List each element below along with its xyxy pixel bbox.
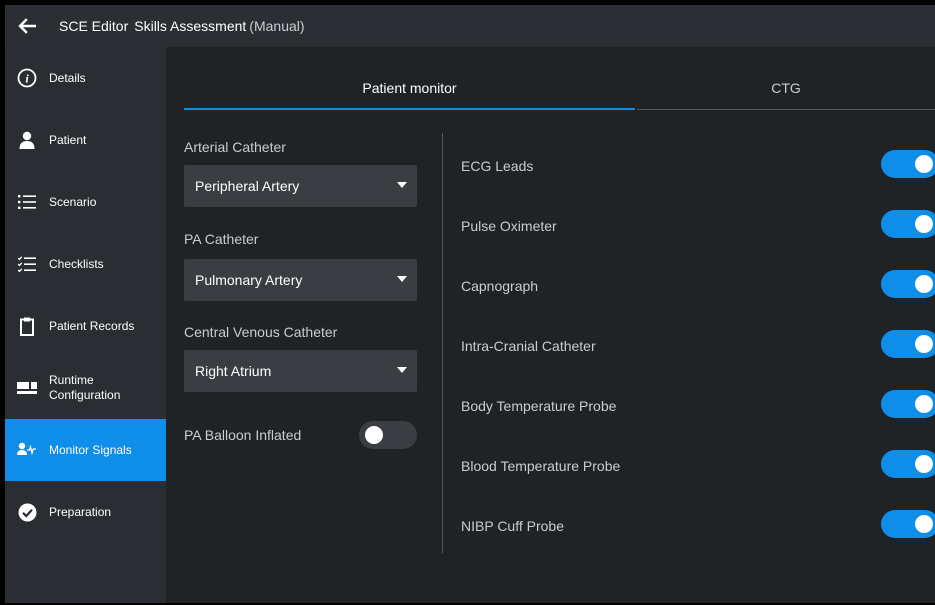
sidebar-item-label: Monitor Signals: [49, 442, 132, 457]
tab-divider: [637, 109, 935, 110]
svg-text:i: i: [25, 72, 29, 86]
toggle-knob: [915, 335, 933, 353]
pa-catheter-label: PA Catheter: [184, 231, 259, 247]
sidebar-item-details[interactable]: i Details: [5, 47, 166, 109]
clipboard-icon: [5, 317, 49, 336]
pulse-oximeter-label: Pulse Oximeter: [461, 218, 557, 234]
nibp-cuff-probe-toggle[interactable]: [881, 510, 935, 538]
blood-temperature-probe-toggle[interactable]: [881, 450, 935, 478]
toggle-knob: [915, 155, 933, 173]
sidebar-item-label: Patient: [49, 132, 87, 147]
person-signal-icon: [5, 442, 49, 458]
column-divider: [442, 133, 443, 553]
toggle-knob: [915, 215, 933, 233]
person-icon: [5, 131, 49, 149]
arterial-catheter-label: Arterial Catheter: [184, 139, 286, 155]
pulse-oximeter-toggle[interactable]: [881, 210, 935, 238]
main-panel: Patient monitor CTG Arterial Catheter Pe…: [166, 47, 935, 603]
ecg-leads-toggle[interactable]: [881, 150, 935, 178]
intra-cranial-catheter-toggle[interactable]: [881, 330, 935, 358]
toggle-knob: [915, 515, 933, 533]
sidebar-item-patient-records[interactable]: Patient Records: [5, 295, 166, 357]
toggle-knob: [915, 455, 933, 473]
pa-balloon-label: PA Balloon Inflated: [184, 427, 302, 443]
body-temperature-probe-label: Body Temperature Probe: [461, 398, 617, 414]
toggle-knob: [915, 395, 933, 413]
info-icon: i: [5, 68, 49, 88]
top-bar: SCE Editor Skills Assessment (Manual): [5, 5, 935, 47]
back-button[interactable]: [5, 5, 49, 47]
page-subtitle: Skills Assessment: [134, 18, 247, 34]
sidebar-item-label: Checklists: [49, 256, 104, 271]
intra-cranial-catheter-label: Intra-Cranial Catheter: [461, 338, 596, 354]
check-circle-icon: [5, 503, 49, 522]
sidebar-item-label: Details: [49, 70, 86, 85]
central-venous-catheter-select[interactable]: Right Atrium: [184, 350, 417, 392]
blood-temperature-probe-label: Blood Temperature Probe: [461, 458, 621, 474]
tab-patient-monitor[interactable]: Patient monitor: [184, 65, 635, 110]
sidebar-item-monitor-signals[interactable]: Monitor Signals: [5, 419, 166, 481]
sidebar-item-runtime-configuration[interactable]: Runtime Configuration: [5, 357, 166, 419]
list-icon: [5, 194, 49, 210]
sidebar-item-preparation[interactable]: Preparation: [5, 481, 166, 543]
sidebar-item-scenario[interactable]: Scenario: [5, 171, 166, 233]
sidebar-item-label: Scenario: [49, 194, 97, 209]
sidebar-item-checklists[interactable]: Checklists: [5, 233, 166, 295]
arterial-catheter-select[interactable]: Peripheral Artery: [184, 165, 417, 207]
nibp-cuff-probe-label: NIBP Cuff Probe: [461, 518, 564, 534]
body-temperature-probe-toggle[interactable]: [881, 390, 935, 418]
toggle-knob: [365, 426, 383, 444]
layout-icon: [5, 380, 49, 396]
dropdown-caret-icon: [397, 367, 407, 373]
sidebar-item-label: Patient Records: [49, 318, 135, 333]
capnograph-label: Capnograph: [461, 278, 539, 294]
tab-ctg[interactable]: CTG: [637, 65, 935, 110]
app-title: SCE Editor: [59, 18, 129, 34]
back-arrow-icon: [18, 18, 36, 34]
checklist-icon: [5, 255, 49, 273]
dropdown-caret-icon: [397, 276, 407, 282]
sidebar-item-label: Preparation: [49, 504, 112, 519]
sidebar-item-patient[interactable]: Patient: [5, 109, 166, 171]
central-venous-catheter-label: Central Venous Catheter: [184, 324, 338, 340]
pa-catheter-select[interactable]: Pulmonary Artery: [184, 259, 417, 301]
app-window: SCE Editor Skills Assessment (Manual) i …: [5, 5, 935, 603]
pa-balloon-toggle[interactable]: [359, 421, 417, 449]
toggle-knob: [915, 275, 933, 293]
ecg-leads-label: ECG Leads: [461, 158, 534, 174]
sidebar: i Details Patient Scenario Checklists Pa…: [5, 47, 166, 603]
dropdown-caret-icon: [397, 182, 407, 188]
central-venous-catheter-value: Right Atrium: [195, 363, 272, 379]
mode-label: (Manual): [249, 18, 305, 34]
active-tab-indicator: [184, 108, 635, 110]
arterial-catheter-value: Peripheral Artery: [195, 178, 300, 194]
capnograph-toggle[interactable]: [881, 270, 935, 298]
sidebar-item-label: Runtime Configuration: [49, 373, 121, 402]
pa-catheter-value: Pulmonary Artery: [195, 272, 303, 288]
